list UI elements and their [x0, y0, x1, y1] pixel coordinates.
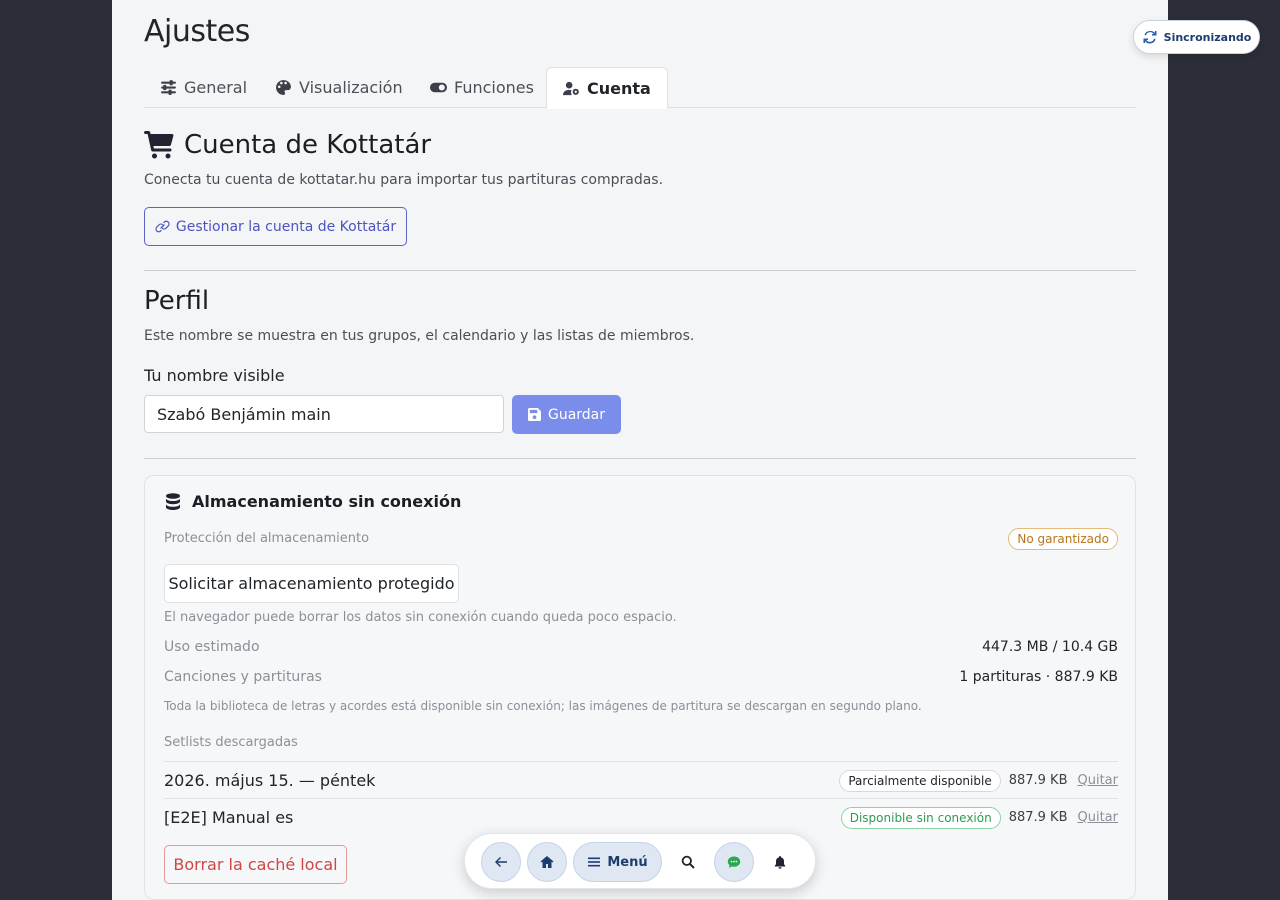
setlist-size: 887.9 KB	[1008, 773, 1068, 788]
display-name-input[interactable]	[144, 395, 504, 433]
kottatar-header: Cuenta de Kottatár	[144, 130, 431, 160]
tab-general[interactable]: General	[144, 67, 263, 108]
sync-status-label: Sincronizando	[1163, 30, 1252, 44]
display-name-label: Tu nombre visible	[144, 366, 285, 385]
divider	[144, 458, 1136, 459]
protection-label: Protección del almacenamiento	[164, 531, 370, 546]
remove-setlist-link[interactable]: Quitar	[1078, 773, 1119, 788]
tab-funciones[interactable]: Funciones	[414, 67, 550, 108]
toggle-icon	[430, 82, 447, 93]
manage-kottatar-label: Gestionar la cuenta de Kottatár	[175, 218, 397, 235]
home-button[interactable]	[527, 842, 567, 882]
profile-description: Este nombre se muestra en tus grupos, el…	[144, 328, 695, 344]
protection-status-badge: No garantizado	[1008, 528, 1118, 550]
profile-title: Perfil	[144, 286, 210, 316]
search-icon	[681, 855, 695, 869]
sliders-icon	[161, 80, 176, 95]
setlists-label: Setlists descargadas	[164, 735, 298, 750]
chat-button[interactable]	[714, 842, 754, 882]
save-button-label: Guardar	[547, 406, 606, 423]
usage-value: 447.3 MB / 10.4 GB	[982, 639, 1118, 655]
setlist-name: 2026. május 15. — péntek	[164, 771, 376, 790]
hamburger-menu-icon	[588, 857, 601, 867]
songs-value: 1 partituras · 887.9 KB	[959, 669, 1118, 685]
sync-status-pill[interactable]: Sincronizando	[1133, 20, 1260, 54]
setlist-meta: Disponible sin conexión 887.9 KB Quitar	[840, 806, 1119, 829]
sync-icon	[1143, 30, 1157, 44]
tab-funciones-label: Funciones	[454, 78, 534, 97]
shopping-cart-icon	[144, 131, 174, 159]
offline-storage-title: Almacenamiento sin conexión	[192, 492, 462, 511]
tab-cuenta-label: Cuenta	[587, 78, 651, 98]
menu-button-label: Menú	[607, 854, 648, 870]
remove-setlist-link[interactable]: Quitar	[1078, 810, 1119, 825]
back-button[interactable]	[481, 842, 521, 882]
bell-icon	[774, 856, 786, 869]
bottom-dock: Menú	[464, 833, 816, 889]
manage-kottatar-button[interactable]: Gestionar la cuenta de Kottatár	[144, 207, 407, 246]
setlist-row: [E2E] Manual es Disponible sin conexión …	[164, 798, 1118, 836]
menu-button[interactable]: Menú	[573, 842, 662, 882]
arrow-left-icon	[495, 857, 507, 867]
songs-label: Canciones y partituras	[164, 669, 322, 685]
chat-icon	[727, 856, 741, 868]
palette-icon	[276, 80, 291, 95]
tab-visualizacion-label: Visualización	[299, 78, 403, 97]
database-icon	[166, 492, 180, 510]
library-note: Toda la biblioteca de letras y acordes e…	[164, 699, 922, 713]
floppy-disk-icon	[527, 408, 541, 421]
save-button[interactable]: Guardar	[512, 395, 621, 434]
kottatar-title: Cuenta de Kottatár	[184, 130, 432, 160]
home-icon	[540, 856, 554, 868]
setlist-meta: Parcialmente disponible 887.9 KB Quitar	[839, 769, 1119, 792]
settings-page: Ajustes General Visualización Funciones …	[112, 0, 1168, 900]
settings-tabs: General Visualización Funciones Cuenta	[144, 67, 1136, 109]
setlist-row: 2026. május 15. — péntek Parcialmente di…	[164, 761, 1118, 799]
request-protected-storage-button[interactable]: Solicitar almacenamiento protegido	[164, 564, 459, 603]
notifications-button[interactable]	[760, 842, 800, 882]
usage-label: Uso estimado	[164, 639, 260, 655]
offline-storage-header: Almacenamiento sin conexión	[164, 492, 461, 511]
tab-visualizacion[interactable]: Visualización	[259, 67, 419, 108]
link-icon	[155, 220, 170, 233]
tab-general-label: General	[184, 78, 248, 97]
protection-note: El navegador puede borrar los datos sin …	[164, 610, 677, 625]
search-button[interactable]	[668, 842, 708, 882]
user-gear-icon	[563, 81, 579, 95]
kottatar-description: Conecta tu cuenta de kottatar.hu para im…	[144, 172, 664, 188]
setlist-size: 887.9 KB	[1008, 810, 1068, 825]
setlist-status-badge: Disponible sin conexión	[840, 806, 1001, 829]
page-title: Ajustes	[144, 14, 250, 49]
divider	[144, 270, 1136, 271]
setlist-status-badge: Parcialmente disponible	[839, 769, 1001, 792]
tab-cuenta[interactable]: Cuenta	[546, 67, 668, 109]
setlist-name: [E2E] Manual es	[164, 808, 294, 827]
clear-cache-button[interactable]: Borrar la caché local	[164, 845, 347, 884]
